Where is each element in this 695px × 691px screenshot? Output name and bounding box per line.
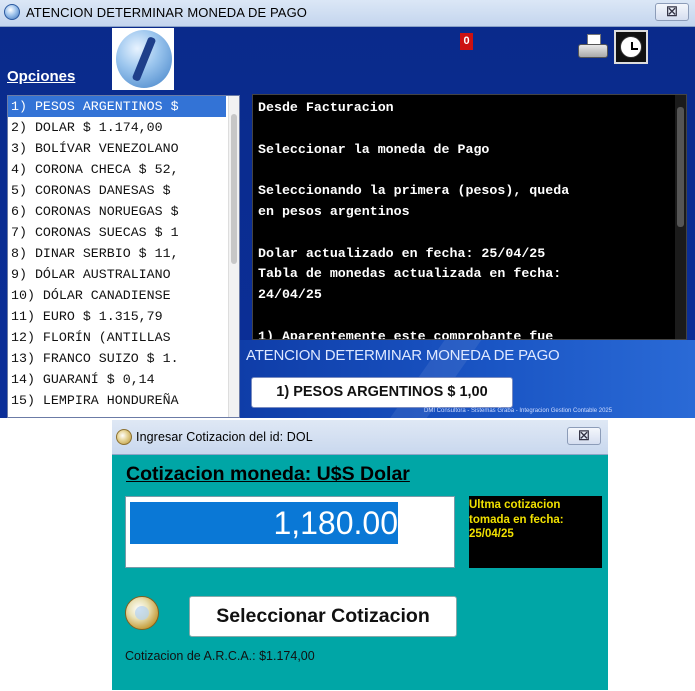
currency-selection-window: ATENCION DETERMINAR MONEDA DE PAGO ☒ Opc…: [0, 0, 695, 418]
clock-icon[interactable]: [614, 30, 648, 64]
currency-list-item[interactable]: 7) CORONAS SUECAS $ 1: [8, 222, 226, 243]
currency-list-item[interactable]: 12) FLORÍN (ANTILLAS: [8, 327, 226, 348]
select-quote-button[interactable]: Seleccionar Cotizacion: [189, 596, 457, 637]
currency-list-item[interactable]: 11) EURO $ 1.315,79: [8, 306, 226, 327]
currency-list-item[interactable]: 2) DOLAR $ 1.174,00: [8, 117, 226, 138]
info-scrollbar[interactable]: [675, 95, 686, 339]
currency-list-item[interactable]: 13) FRANCO SUIZO $ 1.: [8, 348, 226, 369]
currency-list-item[interactable]: 10) DÓLAR CANADIENSE: [8, 285, 226, 306]
window-title: ATENCION DETERMINAR MONEDA DE PAGO: [26, 5, 308, 20]
list-scrollbar[interactable]: [228, 96, 239, 417]
selected-currency-button[interactable]: 1) PESOS ARGENTINOS $ 1,00: [251, 377, 513, 408]
currency-list-item[interactable]: 6) CORONAS NORUEGAS $: [8, 201, 226, 222]
last-quote-panel: Ultma cotizacion tomada en fecha: 25/04/…: [469, 496, 602, 568]
title-bar: ATENCION DETERMINAR MONEDA DE PAGO ☒: [0, 0, 695, 27]
close-icon: ☒: [666, 4, 678, 19]
quote-heading: Cotizacion moneda: U$S Dolar: [126, 463, 410, 485]
currency-list-item[interactable]: 14) GUARANÍ $ 0,14: [8, 369, 226, 390]
arca-quote-label: Cotizacion de A.R.C.A.: $1.174,00: [125, 649, 315, 663]
printer-icon[interactable]: [578, 34, 608, 62]
globe-logo-icon: [116, 30, 172, 88]
currency-list-item[interactable]: 3) BOLÍVAR VENEZOLANO: [8, 138, 226, 159]
window-title: Ingresar Cotizacion del id: DOL: [136, 430, 313, 444]
notification-badge[interactable]: 0: [460, 33, 473, 50]
app-icon: [116, 429, 132, 445]
title-bar: Ingresar Cotizacion del id: DOL ☒: [112, 420, 608, 455]
currency-list-item[interactable]: 1) PESOS ARGENTINOS $: [8, 96, 226, 117]
quote-value: 1,180.00: [273, 505, 398, 541]
info-textbox[interactable]: Desde Facturacion Seleccionar la moneda …: [252, 94, 687, 340]
currency-list-item[interactable]: 5) CORONAS DANESAS $: [8, 180, 226, 201]
app-icon: [4, 4, 20, 20]
value-selection: 1,180.00: [130, 502, 398, 544]
logo: [112, 28, 174, 90]
currency-list-item[interactable]: 9) DÓLAR AUSTRALIANO: [8, 264, 226, 285]
coin-icon: [125, 596, 159, 630]
info-text: Desde Facturacion Seleccionar la moneda …: [258, 100, 570, 340]
currency-list-item[interactable]: 8) DINAR SERBIO $ 11,: [8, 243, 226, 264]
close-icon: ☒: [578, 428, 590, 443]
currency-list-item[interactable]: 4) CORONA CHECA $ 52,: [8, 159, 226, 180]
attention-label: ATENCION DETERMINAR MONEDA DE PAGO: [246, 347, 560, 364]
quote-value-input[interactable]: 1,180.00: [125, 496, 455, 568]
last-quote-text: Ultma cotizacion tomada en fecha: 25/04/…: [469, 499, 564, 540]
currency-list-item[interactable]: 15) LEMPIRA HONDUREÑA: [8, 390, 226, 411]
currency-list[interactable]: 1) PESOS ARGENTINOS $2) DOLAR $ 1.174,00…: [7, 95, 240, 418]
close-button[interactable]: ☒: [655, 3, 689, 21]
quote-entry-window: Ingresar Cotizacion del id: DOL ☒ Cotiza…: [112, 420, 608, 690]
footer-credit: DMI Consultora - Sistemas Graba - Integr…: [424, 408, 613, 414]
options-heading: Opciones: [7, 68, 76, 85]
close-button[interactable]: ☒: [567, 427, 601, 445]
